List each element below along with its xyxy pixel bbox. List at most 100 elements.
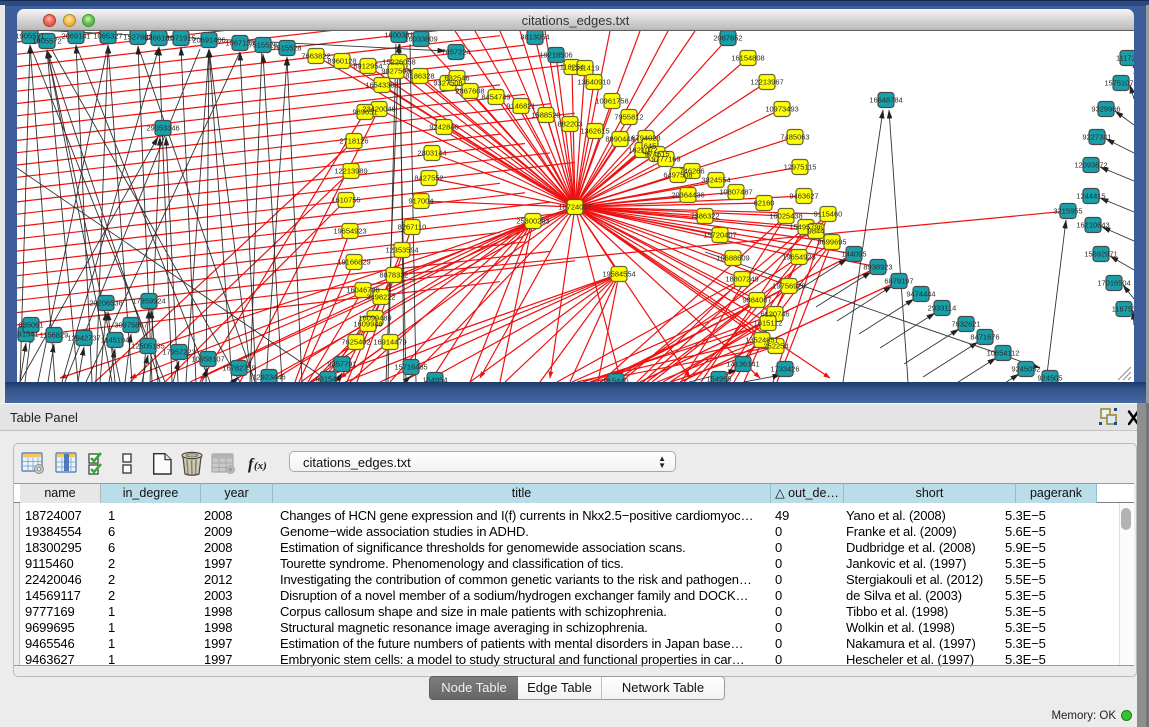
svg-text:16210643: 16210643: [1076, 221, 1109, 230]
svg-text:9115460: 9115460: [814, 210, 843, 219]
svg-text:12942737: 12942737: [67, 334, 100, 343]
svg-text:10654112: 10654112: [987, 349, 1020, 358]
svg-text:1733426: 1733426: [770, 365, 799, 374]
svg-text:1156829: 1156829: [40, 331, 69, 340]
svg-text:9227341: 9227341: [1082, 133, 1111, 142]
svg-text:9329966: 9329966: [1091, 105, 1120, 114]
svg-text:10958107: 10958107: [191, 355, 224, 364]
svg-text:9474444: 9474444: [906, 290, 935, 299]
svg-text:2803144: 2803144: [417, 149, 446, 158]
svg-text:6879197: 6879197: [884, 277, 913, 286]
svg-text:8813054: 8813054: [520, 33, 549, 42]
svg-text:7515528: 7515528: [272, 44, 301, 53]
svg-text:9245052: 9245052: [1011, 365, 1040, 374]
svg-text:15720407: 15720407: [703, 231, 736, 240]
svg-text:12213967: 12213967: [750, 78, 783, 87]
svg-text:7857224: 7857224: [441, 48, 470, 57]
svg-text:15716485: 15716485: [394, 363, 427, 372]
svg-text:12093872: 12093872: [1074, 161, 1107, 170]
svg-text:19584554: 19584554: [602, 270, 635, 279]
svg-text:10025438: 10025438: [769, 212, 802, 221]
svg-text:882203: 882203: [557, 120, 582, 129]
svg-text:1071915: 1071915: [166, 34, 195, 43]
svg-text:1609948: 1609948: [353, 320, 382, 329]
svg-text:12505135: 12505135: [131, 342, 164, 351]
svg-text:14136141: 14136141: [726, 360, 759, 369]
svg-text:835061: 835061: [18, 321, 43, 330]
svg-text:25300293: 25300293: [516, 217, 549, 226]
svg-text:2933114: 2933114: [928, 304, 957, 313]
svg-text:12213989: 12213989: [334, 167, 367, 176]
svg-text:13640910: 13640910: [577, 78, 610, 87]
svg-text:20206536: 20206536: [89, 299, 122, 308]
svg-text:19218506: 19218506: [539, 51, 572, 60]
svg-text:8454749: 8454749: [481, 93, 510, 102]
svg-text:7625402: 7625402: [341, 338, 370, 347]
svg-text:9857791: 9857791: [327, 360, 356, 369]
svg-text:12353594: 12353594: [385, 246, 418, 255]
svg-text:16648784: 16648784: [869, 96, 902, 105]
svg-text:18807249: 18807249: [725, 275, 758, 284]
svg-text:1615112: 1615112: [754, 319, 783, 328]
svg-text:2069141: 2069141: [61, 32, 90, 41]
svg-text:632546: 632546: [444, 74, 469, 83]
svg-text:20691406: 20691406: [192, 36, 225, 45]
svg-text:931544: 931544: [315, 375, 340, 383]
svg-text:746266: 746266: [679, 167, 704, 176]
svg-text:2087652: 2087652: [713, 34, 742, 43]
svg-text:8267110: 8267110: [398, 223, 427, 232]
svg-text:16154808: 16154808: [731, 54, 764, 63]
svg-text:989651: 989651: [352, 108, 377, 117]
svg-text:8427552: 8427552: [414, 174, 443, 183]
svg-text:8938923: 8938923: [863, 263, 892, 272]
svg-text:1362615: 1362615: [580, 127, 609, 136]
svg-text:3498222: 3498222: [366, 293, 395, 302]
svg-text:9084067: 9084067: [742, 296, 771, 305]
svg-text:19654923: 19654923: [333, 227, 366, 236]
svg-text:12923446: 12923446: [252, 373, 285, 382]
svg-text:7663822: 7663822: [301, 52, 330, 61]
svg-text:7386322: 7386322: [690, 212, 719, 221]
svg-text:19166829: 19166829: [337, 258, 370, 267]
svg-text:8990448: 8990448: [605, 135, 634, 144]
svg-text:17016504: 17016504: [1097, 279, 1130, 288]
svg-text:15226058: 15226058: [382, 58, 415, 67]
svg-text:8960128: 8960128: [327, 57, 356, 66]
svg-text:116753: 116753: [1112, 305, 1134, 314]
svg-text:1610755: 1610755: [331, 196, 360, 205]
svg-text:29053346: 29053346: [146, 124, 179, 133]
svg-text:3215955: 3215955: [1053, 207, 1082, 216]
svg-text:10807487: 10807487: [719, 188, 752, 197]
svg-text:17359924: 17359924: [132, 297, 165, 306]
svg-text:30975867: 30975867: [114, 321, 147, 330]
svg-text:1588520: 1588520: [531, 111, 560, 120]
svg-text:8878332: 8878332: [379, 271, 408, 280]
svg-text:2718126: 2718126: [339, 137, 368, 146]
svg-text:1905572: 1905572: [32, 37, 61, 46]
svg-text:154955: 154955: [706, 375, 731, 383]
svg-text:(x): (x): [254, 460, 267, 472]
svg-text:8186328: 8186328: [405, 72, 434, 81]
svg-text:1065327: 1065327: [93, 32, 122, 41]
svg-text:10688609: 10688609: [716, 254, 749, 263]
svg-text:15692971: 15692971: [1084, 250, 1117, 259]
svg-text:19756928: 19756928: [772, 282, 805, 291]
svg-text:1145194: 1145194: [101, 336, 130, 345]
svg-text:7485063: 7485063: [780, 133, 809, 142]
svg-text:1311419: 1311419: [571, 64, 600, 73]
svg-text:16543382: 16543382: [365, 81, 398, 90]
svg-text:6120746: 6120746: [760, 310, 789, 319]
svg-text:9146821: 9146821: [506, 102, 535, 111]
svg-text:16033809: 16033809: [404, 35, 437, 44]
svg-text:12975115: 12975115: [784, 163, 817, 172]
svg-text:2867608: 2867608: [455, 87, 484, 96]
svg-text:144095: 144095: [841, 250, 866, 259]
svg-text:917004: 917004: [408, 197, 433, 206]
svg-text:9242848: 9242848: [429, 123, 458, 132]
svg-text:9777169: 9777169: [651, 155, 680, 164]
svg-text:7632621: 7632621: [951, 320, 980, 329]
svg-text:15751074: 15751074: [1104, 79, 1134, 88]
svg-text:924505: 924505: [1037, 374, 1062, 383]
svg-text:18724007: 18724007: [558, 203, 591, 212]
svg-text:16782759: 16782759: [222, 364, 255, 373]
